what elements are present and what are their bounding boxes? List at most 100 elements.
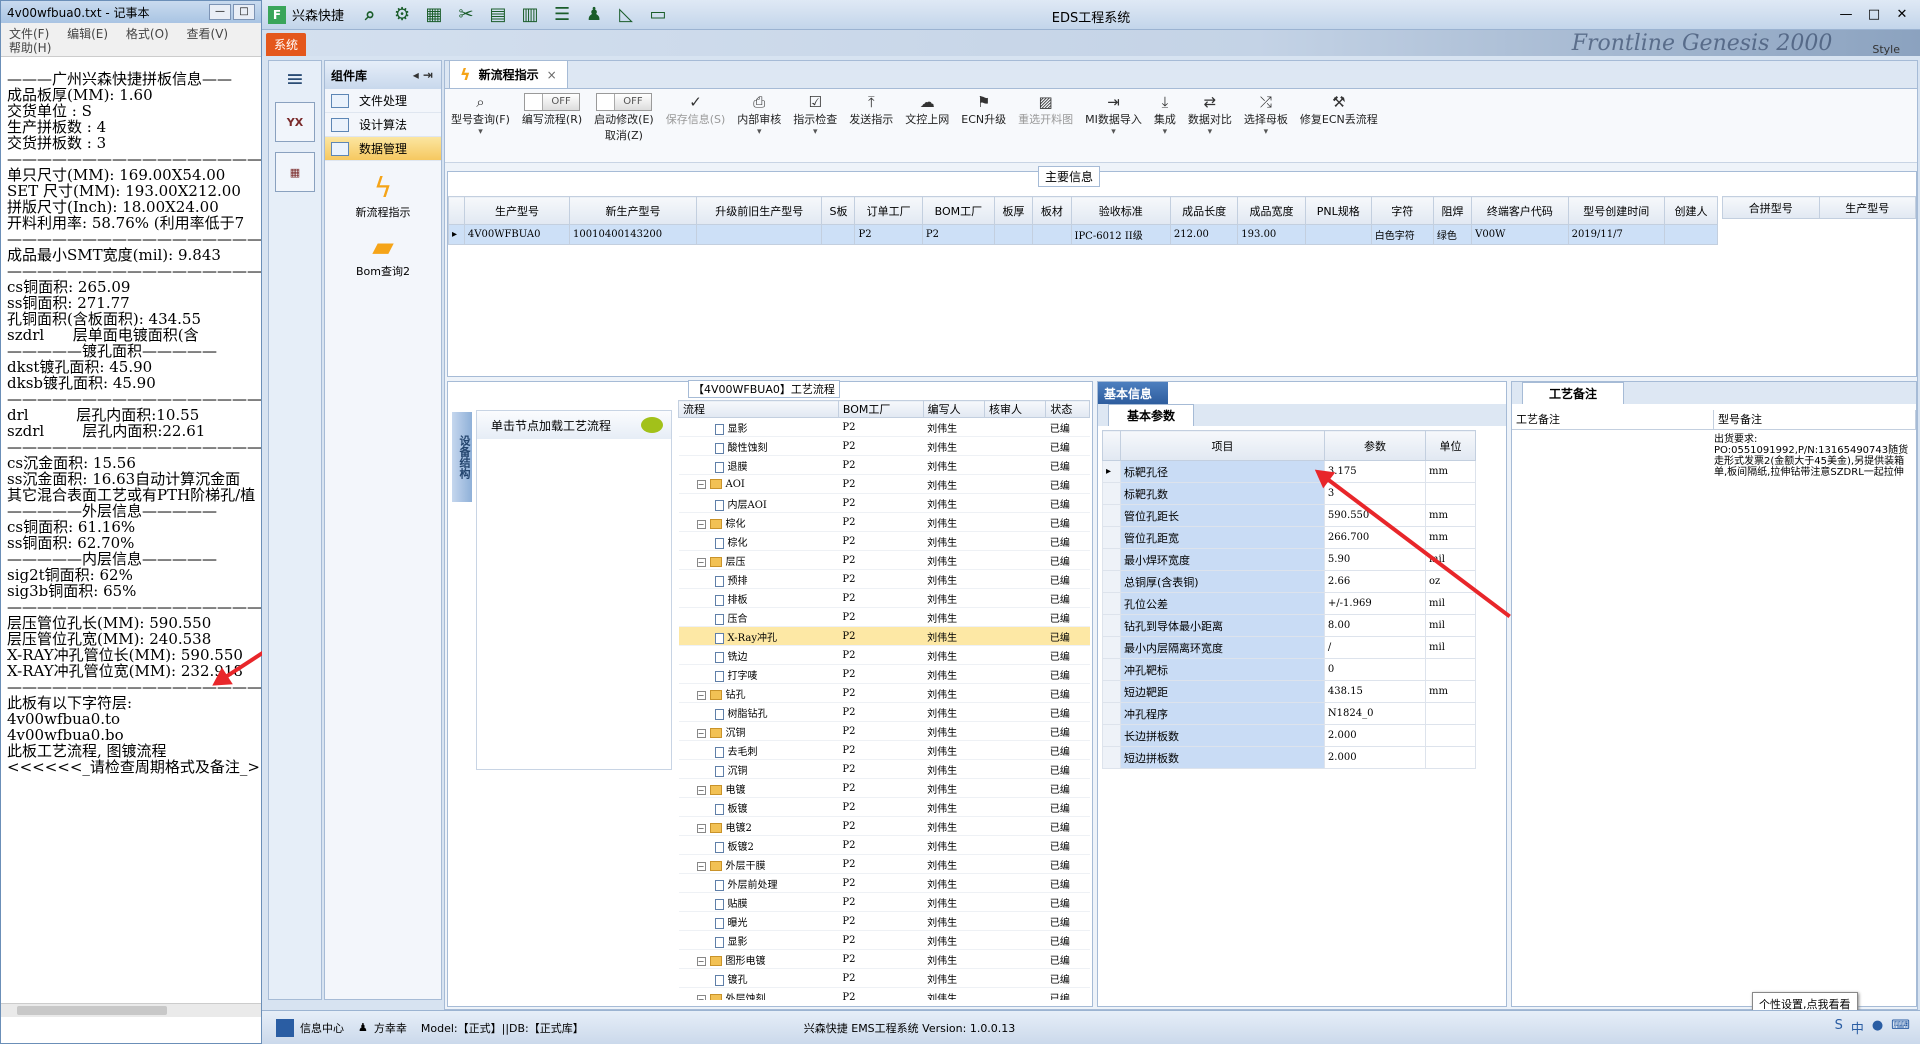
tree-node[interactable]: 去毛刺 — [678, 740, 839, 760]
param-value[interactable]: 5.90 — [1323, 548, 1427, 571]
toggle-switch[interactable]: OFF — [524, 93, 581, 111]
row-selector[interactable] — [1102, 636, 1121, 659]
toolbar-button-12[interactable]: ⇄ 数据对比 ▾ — [1182, 93, 1238, 137]
tree-row[interactable]: 贴膜 P2 刘伟生 已编 — [678, 892, 1090, 912]
close-tab-icon[interactable]: × — [547, 68, 557, 82]
chevron-down-icon[interactable]: ▾ — [813, 127, 818, 137]
column-header[interactable]: 核审人 — [984, 400, 1047, 418]
tree-row[interactable]: − 层压 P2 刘伟生 已编 — [678, 550, 1090, 570]
table-cell[interactable]: IPC-6012 II级 — [1070, 224, 1171, 245]
merge-info-table[interactable]: 合拼型号 生产型号 — [1722, 196, 1916, 219]
chevron-down-icon[interactable]: ▾ — [757, 127, 762, 137]
chevron-down-icon[interactable]: ▾ — [1208, 127, 1213, 137]
tab-system[interactable]: 系统 — [266, 33, 307, 56]
column-header[interactable]: 验收标准 — [1070, 196, 1171, 225]
column-header[interactable]: S板 — [821, 196, 856, 225]
chevron-down-icon[interactable]: ▾ — [478, 127, 483, 137]
tree-node[interactable]: X-Ray冲孔 — [678, 626, 839, 646]
column-header[interactable]: 流程 — [678, 400, 839, 418]
table-cell[interactable]: 绿色 — [1432, 224, 1473, 245]
toolbar-button-11[interactable]: ⤓ 集成 ▾ — [1148, 93, 1182, 137]
scissors-icon[interactable]: ✂ — [454, 3, 478, 27]
table-cell[interactable]: V00W — [1471, 224, 1569, 245]
toolbar-button-3[interactable]: ✓ 保存信息(S) — [660, 93, 732, 127]
column-header[interactable]: 生产型号 — [1818, 196, 1916, 219]
tree-row[interactable]: X-Ray冲孔 P2 刘伟生 已编 — [678, 626, 1090, 646]
tree-node[interactable]: − AOI — [678, 474, 839, 494]
toolbar-button-6[interactable]: ⤒ 发送指示 — [843, 93, 899, 127]
expand-toggle-icon[interactable]: − — [696, 994, 706, 1000]
tree-row[interactable]: 压合 P2 刘伟生 已编 — [678, 607, 1090, 627]
tree-node[interactable]: − 外层蚀刻 — [678, 987, 839, 1000]
column-header[interactable]: 阻焊 — [1432, 196, 1473, 225]
toolbar-button-8[interactable]: ⚑ ECN升级 — [955, 93, 1012, 127]
row-selector[interactable] — [1102, 482, 1121, 505]
node-load-box[interactable]: 单击节点加载工艺流程 — [476, 410, 672, 770]
tree-row[interactable]: 曝光 P2 刘伟生 已编 — [678, 911, 1090, 931]
toolbar-button-9[interactable]: ▨ 重选开料图 — [1012, 93, 1079, 127]
param-row[interactable]: 冲孔靶标 0 — [1102, 658, 1476, 681]
column-header[interactable]: 终端客户代码 — [1471, 196, 1569, 225]
tree-row[interactable]: 内层AOI P2 刘伟生 已编 — [678, 493, 1090, 513]
tree-row[interactable]: − 沉铜 P2 刘伟生 已编 — [678, 721, 1090, 741]
tree-row[interactable]: 沉铜 P2 刘伟生 已编 — [678, 759, 1090, 779]
table-row[interactable]: ▸ 4V00WFBUA0 10010400143200 P2 P2 IPC-6012 II… — [448, 224, 1718, 245]
param-value[interactable]: / — [1323, 636, 1427, 659]
toolbar-button-10[interactable]: ⇥ MI数据导入 ▾ — [1079, 93, 1148, 137]
param-value[interactable]: 8.00 — [1323, 614, 1427, 637]
param-row[interactable]: ▸ 标靶孔径 3.175 mm — [1102, 460, 1476, 483]
hamburger-menu-icon[interactable]: ≡ — [283, 67, 307, 92]
calculator-icon[interactable]: ▦ — [275, 152, 315, 192]
column-header[interactable]: 成品宽度 — [1237, 196, 1306, 225]
expand-toggle-icon[interactable]: − — [696, 785, 706, 795]
tree-node[interactable]: 酸性蚀刻 — [678, 436, 839, 456]
param-row[interactable]: 长边拼板数 2.000 — [1102, 724, 1476, 747]
column-header[interactable]: 单位 — [1425, 430, 1476, 461]
tree-node[interactable]: 树脂钻孔 — [678, 702, 839, 722]
tree-row[interactable]: − AOI P2 刘伟生 已编 — [678, 474, 1090, 494]
tab-new-flow[interactable]: ϟ 新流程指示 × — [449, 60, 568, 88]
param-value[interactable]: N1824_0 — [1323, 702, 1427, 725]
tree-row[interactable]: 去毛刺 P2 刘伟生 已编 — [678, 740, 1090, 760]
tree-row[interactable]: 排板 P2 刘伟生 已编 — [678, 588, 1090, 608]
maximize-button[interactable]: □ — [233, 4, 255, 20]
tree-node[interactable]: − 电镀2 — [678, 816, 839, 836]
tree-row[interactable]: 棕化 P2 刘伟生 已编 — [678, 531, 1090, 551]
user-icon[interactable]: ♟ — [582, 3, 606, 27]
process-tree[interactable]: 流程 BOM工厂 编写人 核审人 状态 显影 P2 刘伟生 已编 酸性蚀刻 P2 刘伟生 已编 退膜 P2 刘… — [678, 400, 1090, 1000]
param-row[interactable]: 短边拼板数 2.000 — [1102, 746, 1476, 769]
tree-row[interactable]: 镀孔 P2 刘伟生 已编 — [678, 968, 1090, 988]
search-icon[interactable]: ⌕ — [358, 3, 382, 27]
chevron-down-icon[interactable]: ▾ — [1264, 127, 1269, 137]
expand-toggle-icon[interactable]: − — [696, 557, 706, 567]
monitor-icon[interactable]: ▭ — [646, 3, 670, 27]
toolbar-button-0[interactable]: ⌕ 型号查询(F) ▾ — [445, 93, 516, 137]
menu-edit[interactable]: 编辑(E) — [67, 27, 108, 41]
tree-row[interactable]: 外层前处理 P2 刘伟生 已编 — [678, 873, 1090, 893]
style-dropdown[interactable]: Style — [1872, 43, 1900, 56]
toggle-switch[interactable]: OFF — [595, 93, 652, 111]
tree-node[interactable]: 显影 — [678, 930, 839, 950]
basic-params-table[interactable]: 项目 参数 单位 ▸ 标靶孔径 3.175 mm 标靶孔数 3 管位孔距长 590.550 mm 管位孔… — [1102, 430, 1476, 769]
table-cell[interactable]: 212.00 — [1169, 224, 1239, 245]
tree-row[interactable]: 显影 P2 刘伟生 已编 — [678, 930, 1090, 950]
row-selector[interactable] — [1102, 658, 1121, 681]
column-header[interactable]: 板厚 — [993, 196, 1034, 225]
info-center[interactable]: 信息中心 — [276, 1018, 344, 1037]
menu-view[interactable]: 查看(V) — [187, 27, 229, 41]
toolbar-button-2[interactable]: OFF 启动修改(E) 取消(Z) — [588, 93, 660, 143]
table-cell[interactable] — [1304, 224, 1372, 245]
chart-icon[interactable]: ▥ — [518, 3, 542, 27]
tree-row[interactable]: − 图形电镀 P2 刘伟生 已编 — [678, 949, 1090, 969]
ime-icon[interactable]: S — [1835, 1018, 1843, 1037]
param-row[interactable]: 总铜厚(含表铜) 2.66 oz — [1102, 570, 1476, 593]
param-value[interactable]: 266.700 — [1323, 526, 1427, 549]
param-row[interactable]: 孔位公差 +/-1.969 mil — [1102, 592, 1476, 615]
tree-node[interactable]: 打字唛 — [678, 664, 839, 684]
toolbar-button-7[interactable]: ☁ 文控上网 — [899, 93, 955, 127]
param-row[interactable]: 管位孔距长 590.550 mm — [1102, 504, 1476, 527]
component-item-data[interactable]: 数据管理 — [325, 137, 441, 161]
column-header[interactable]: 字符 — [1370, 196, 1434, 225]
area-chart-icon[interactable]: ◺ — [614, 3, 638, 27]
expand-toggle-icon[interactable]: − — [696, 956, 706, 966]
